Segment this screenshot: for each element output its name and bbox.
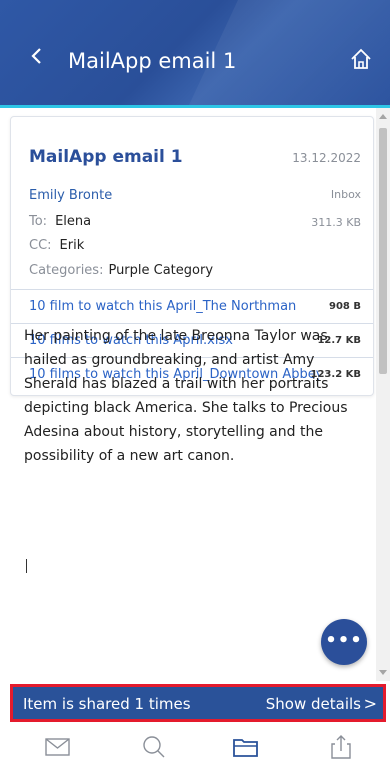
email-body: Her painting of the late Breonna Taylor …	[24, 328, 348, 464]
bottom-navigation	[0, 722, 390, 772]
more-actions-button[interactable]: •••	[321, 619, 367, 665]
folder-icon	[233, 739, 258, 757]
scroll-thumb[interactable]	[379, 128, 387, 374]
cc-recipient[interactable]: Erik	[60, 238, 85, 253]
more-icon: •••	[325, 630, 363, 651]
attachment-size: 908 B	[329, 301, 361, 312]
page-title: MailApp email 1	[68, 49, 237, 73]
nav-share[interactable]	[328, 734, 356, 760]
categories-row: Categories: Purple Category	[29, 263, 213, 278]
cc-row: CC: Erik	[29, 238, 84, 253]
email-date: 13.12.2022	[292, 151, 361, 165]
to-recipient[interactable]: Elena	[55, 214, 91, 229]
attachment-item[interactable]: 10 film to watch this April_The Northman…	[11, 289, 373, 323]
scrollbar[interactable]	[376, 108, 390, 681]
text-cursor	[26, 559, 27, 573]
email-subject: MailApp email 1	[29, 147, 183, 167]
chevron-left-icon	[31, 48, 41, 64]
chevron-right-icon: >	[363, 694, 377, 713]
search-icon	[143, 736, 165, 758]
home-icon	[351, 48, 371, 69]
share-icon	[331, 735, 351, 759]
mail-icon	[45, 738, 70, 756]
categories-label: Categories:	[29, 263, 104, 278]
back-button[interactable]	[30, 46, 46, 66]
email-size: 311.3 KB	[311, 216, 361, 229]
app-header: MailApp email 1	[0, 0, 390, 108]
email-folder: Inbox	[330, 188, 361, 201]
show-details-link[interactable]: Show details	[266, 695, 361, 713]
category-value: Purple Category	[108, 263, 214, 278]
email-sender[interactable]: Emily Bronte	[29, 188, 112, 203]
scroll-up-icon[interactable]	[379, 114, 387, 119]
shared-banner[interactable]: Item is shared 1 times Show details >	[10, 684, 386, 722]
scroll-down-icon[interactable]	[379, 670, 387, 675]
attachment-name: 10 film to watch this April_The Northman	[29, 299, 297, 314]
nav-mail[interactable]	[44, 734, 72, 760]
home-button[interactable]	[350, 48, 372, 70]
cc-label: CC:	[29, 238, 52, 253]
nav-folders[interactable]	[232, 734, 260, 760]
to-row: To: Elena	[29, 214, 91, 229]
nav-search[interactable]	[140, 734, 168, 760]
to-label: To:	[29, 214, 48, 229]
shared-status-text: Item is shared 1 times	[23, 695, 191, 713]
